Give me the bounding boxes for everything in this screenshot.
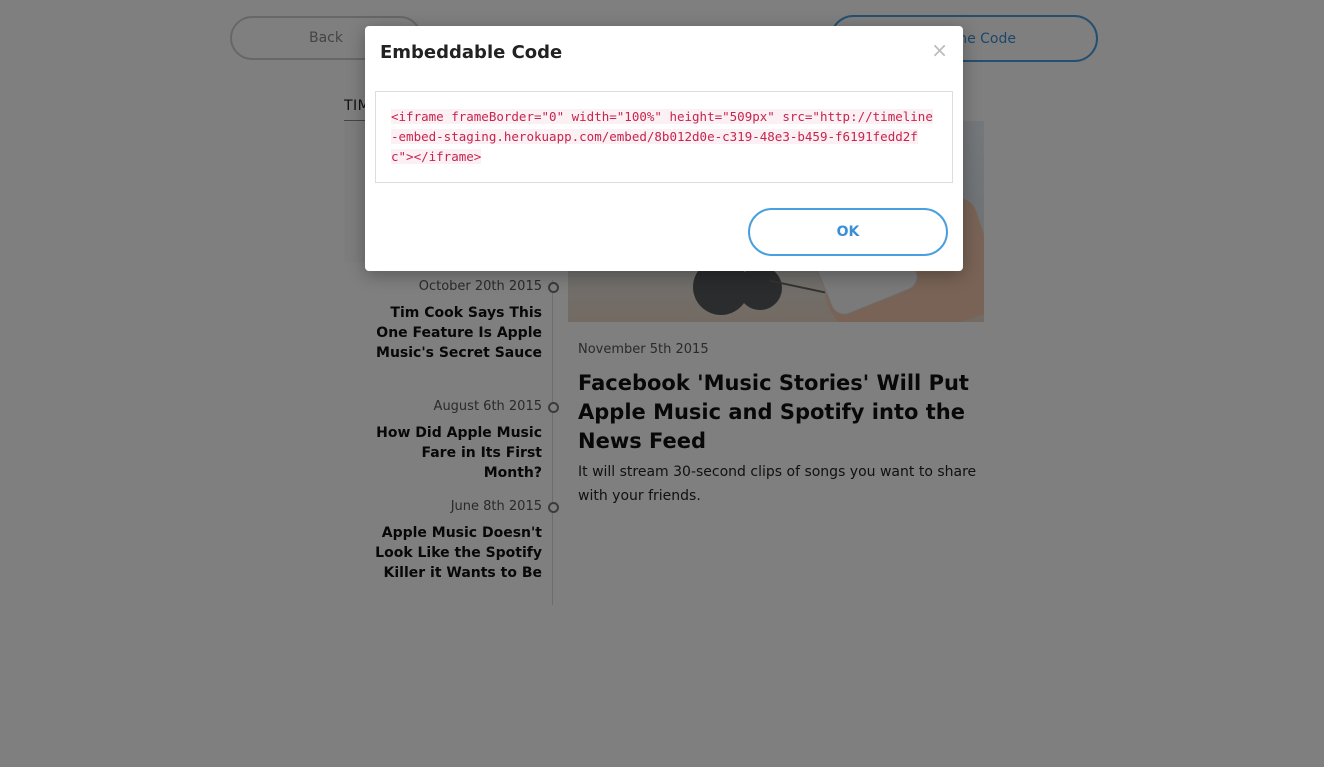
page: Back Get Timeline Code TIMELINE October …: [0, 0, 1324, 767]
ok-button[interactable]: OK: [748, 208, 948, 256]
modal-title: Embeddable Code: [380, 42, 563, 63]
embed-code-text[interactable]: <iframe frameBorder="0" width="100%" hei…: [391, 107, 940, 167]
embed-code-box[interactable]: <iframe frameBorder="0" width="100%" hei…: [375, 91, 953, 183]
close-icon[interactable]: ×: [931, 40, 948, 60]
embed-code-modal: Embeddable Code × <iframe frameBorder="0…: [365, 26, 963, 271]
